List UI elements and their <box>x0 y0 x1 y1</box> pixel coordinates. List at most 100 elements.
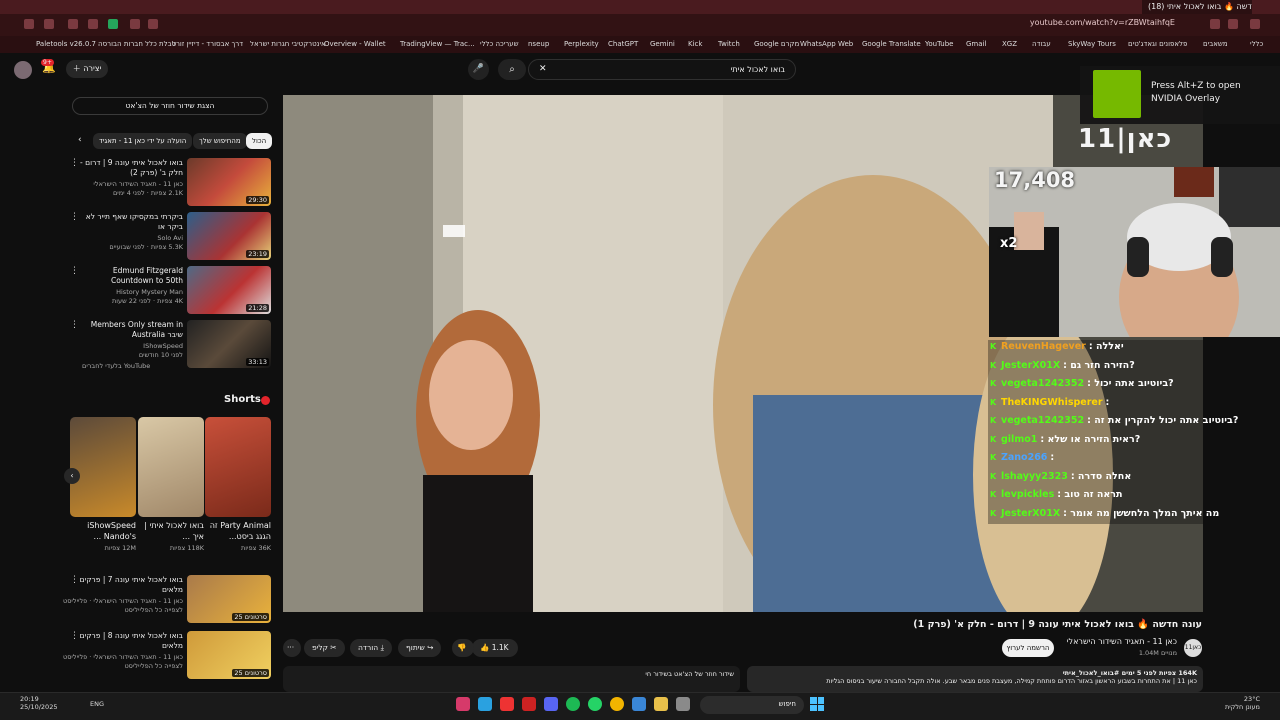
description-box[interactable]: 164K צפיות לפני 5 ימים #בואו_לאכול_איתי … <box>747 666 1203 692</box>
short-title[interactable]: Party Animal זה הגגג ביסט... <box>205 520 271 542</box>
bookmark-item[interactable]: Overview - Wallet <box>324 40 386 48</box>
bookmark-item[interactable]: Google מקרם <box>754 40 799 48</box>
folder-icon[interactable] <box>654 697 668 711</box>
playlist-item[interactable]: 25 סרטונים בואו לאכול איתי עונה 8 | פרקי… <box>63 631 271 683</box>
bookmark-item[interactable]: Gmail <box>966 40 986 48</box>
channel-name[interactable]: History Mystery Man <box>116 288 183 296</box>
playlist-meta[interactable]: לצפייה כל הפלייליסט <box>124 662 183 670</box>
home-icon[interactable] <box>1210 19 1220 29</box>
bookmark-item[interactable]: Paletools v26.0.7 <box>36 40 96 48</box>
telegram-icon[interactable] <box>478 697 492 711</box>
spotify-icon[interactable] <box>566 697 580 711</box>
subscribe-button[interactable]: הרשמה לערוץ <box>1002 639 1054 657</box>
app-icon[interactable] <box>500 697 514 711</box>
bookmark-item[interactable]: דרך אבסורד - דיזיין זורל <box>172 40 243 48</box>
chat-username[interactable]: JesterX01X <box>1001 360 1060 371</box>
tab-active[interactable]: (18) עונה חדשה 🔥 בואו לאכול איתי <box>1142 0 1252 14</box>
reload-icon[interactable] <box>148 19 158 29</box>
language-indicator[interactable]: ENG <box>90 700 104 708</box>
url-field[interactable]: youtube.com/watch?v=rZBWtaihfqE <box>1030 18 1175 27</box>
more-icon[interactable]: ⋮ <box>70 320 79 330</box>
extension-icon[interactable] <box>68 19 78 29</box>
bookmark-item[interactable]: טבלת כלל חברות הבורסה <box>98 40 176 48</box>
more-icon[interactable]: ⋮ <box>70 631 79 641</box>
bookmark-item[interactable]: עבודה <box>1032 40 1051 48</box>
bookmark-item[interactable]: Kick <box>688 40 702 48</box>
mic-icon[interactable]: 🎤 <box>468 59 489 80</box>
video-title[interactable]: Members Only stream in Australia שיבר <box>75 320 183 339</box>
bookmark-item[interactable]: Gemini <box>650 40 675 48</box>
channel-name[interactable]: IShowSpeed <box>143 342 183 350</box>
short-thumbnail[interactable] <box>70 417 136 517</box>
more-icon[interactable]: ⋮ <box>70 575 79 585</box>
channel-name[interactable]: Solo Avi <box>157 234 183 242</box>
chip-all[interactable]: הכול <box>246 133 273 149</box>
forward-icon[interactable] <box>44 19 54 29</box>
short-title[interactable]: iShowSpeed Nando's ... <box>70 520 136 542</box>
discord-icon[interactable] <box>544 697 558 711</box>
playlist-meta[interactable]: לצפייה כל הפלייליסט <box>124 606 183 614</box>
clip-button[interactable]: קליפ ✂ <box>304 639 345 657</box>
back-icon[interactable] <box>24 19 34 29</box>
chat-username[interactable]: gilmo1 <box>1001 434 1037 445</box>
more-actions-button[interactable]: ··· <box>283 639 301 657</box>
video-title[interactable]: Edmund Fitzgerald Countdown to 50th Comm… <box>75 266 183 286</box>
list-item[interactable]: 23:19 ביקרתי במקסיקו שאף תייר לא ביקר או… <box>70 212 271 264</box>
more-icon[interactable]: ⋮ <box>70 266 79 276</box>
bookmark-item[interactable]: TradingView — Trac... <box>400 40 475 48</box>
refresh-icon[interactable] <box>1228 19 1238 29</box>
bookmark-item[interactable]: כללי <box>1250 40 1263 48</box>
bookmark-item[interactable]: nseup <box>528 40 549 48</box>
download-button[interactable]: הורדה ⤓ <box>350 639 392 657</box>
channel-name[interactable]: כאן 11 - תאגיד השידור הישראלי · פלייליסט <box>63 653 183 661</box>
nav-icon[interactable] <box>1250 19 1260 29</box>
chevron-left-icon[interactable]: ‹ <box>64 468 80 484</box>
bookmark-item[interactable]: WhatsApp Web <box>800 40 853 48</box>
app-icon[interactable] <box>632 697 646 711</box>
account-avatar[interactable] <box>14 61 32 79</box>
chat-username[interactable]: JesterX01X <box>1001 508 1060 519</box>
bookmark-item[interactable]: משאבים <box>1203 40 1228 48</box>
star-icon[interactable] <box>130 19 140 29</box>
more-icon[interactable]: ⋮ <box>70 212 79 222</box>
whatsapp-icon[interactable] <box>588 697 602 711</box>
bookmark-item[interactable]: SkyWay Tours <box>1068 40 1116 48</box>
channel-avatar[interactable]: כאן11 <box>1184 639 1202 657</box>
windows-start-icon[interactable] <box>810 697 824 711</box>
bookmark-item[interactable]: Google Translate <box>862 40 921 48</box>
video-title[interactable]: ביקרתי במקסיקו שאף תייר לא ביקר או <box>75 212 183 231</box>
bookmark-item[interactable]: שעריכה כללי <box>480 40 519 48</box>
whatsapp-icon[interactable] <box>108 19 118 29</box>
chat-username[interactable]: vegeta1242352 <box>1001 415 1084 426</box>
search-icon[interactable]: ⌕ <box>498 59 526 80</box>
chat-username[interactable]: Zano266 <box>1001 452 1047 463</box>
taskbar-search[interactable]: חיפוש <box>700 696 804 714</box>
clear-icon[interactable]: ✕ <box>539 64 547 74</box>
channel-name[interactable]: כאן 11 - תאגיד השידור הישראלי <box>93 180 183 188</box>
chrome-icon[interactable] <box>610 697 624 711</box>
short-thumbnail[interactable] <box>138 417 204 517</box>
app-icon[interactable] <box>676 697 690 711</box>
list-item[interactable]: 29:30 בואו לאכול איתי עונה 9 | דרום - חל… <box>70 158 271 210</box>
short-title[interactable]: בואו לאכול איתי | איך ... <box>138 520 204 542</box>
chat-username[interactable]: vegeta1242352 <box>1001 378 1084 389</box>
bookmark-item[interactable]: XGZ <box>1002 40 1017 48</box>
channel-name[interactable]: כאן 11 - תאגיד השידור הישראלי <box>1067 637 1177 646</box>
chip-uploaded-by[interactable]: הועלה על ידי כאן 11 - תאגיד <box>93 133 193 149</box>
video-title[interactable]: בואו לאכול איתי עונה 9 | דרום - חלק ב' (… <box>75 158 183 177</box>
more-icon[interactable]: ⋮ <box>70 158 79 168</box>
channel-name[interactable]: כאן 11 - תאגיד השידור הישראלי · פלייליסט <box>63 597 183 605</box>
chat-username[interactable]: ReuvenHagever <box>1001 341 1086 352</box>
search-input[interactable]: בואו לאכול איתי ✕ <box>528 59 796 80</box>
extension-icon[interactable] <box>88 19 98 29</box>
bookmark-item[interactable]: ChatGPT <box>608 40 638 48</box>
chevron-left-icon[interactable]: ‹ <box>78 135 82 145</box>
app-icon[interactable] <box>522 697 536 711</box>
app-icon[interactable] <box>456 697 470 711</box>
chat-username[interactable]: levpickles <box>1001 489 1054 500</box>
short-thumbnail[interactable] <box>205 417 271 517</box>
bookmark-item[interactable]: Twitch <box>718 40 740 48</box>
playlist-title[interactable]: בואו לאכול איתי עונה 8 | פרקים מלאים <box>75 631 183 650</box>
chip-from-search[interactable]: מהחיפוש שלך <box>193 133 247 149</box>
playlist-title[interactable]: בואו לאכול איתי עונה 7 | פרקים מלאים <box>75 575 183 594</box>
